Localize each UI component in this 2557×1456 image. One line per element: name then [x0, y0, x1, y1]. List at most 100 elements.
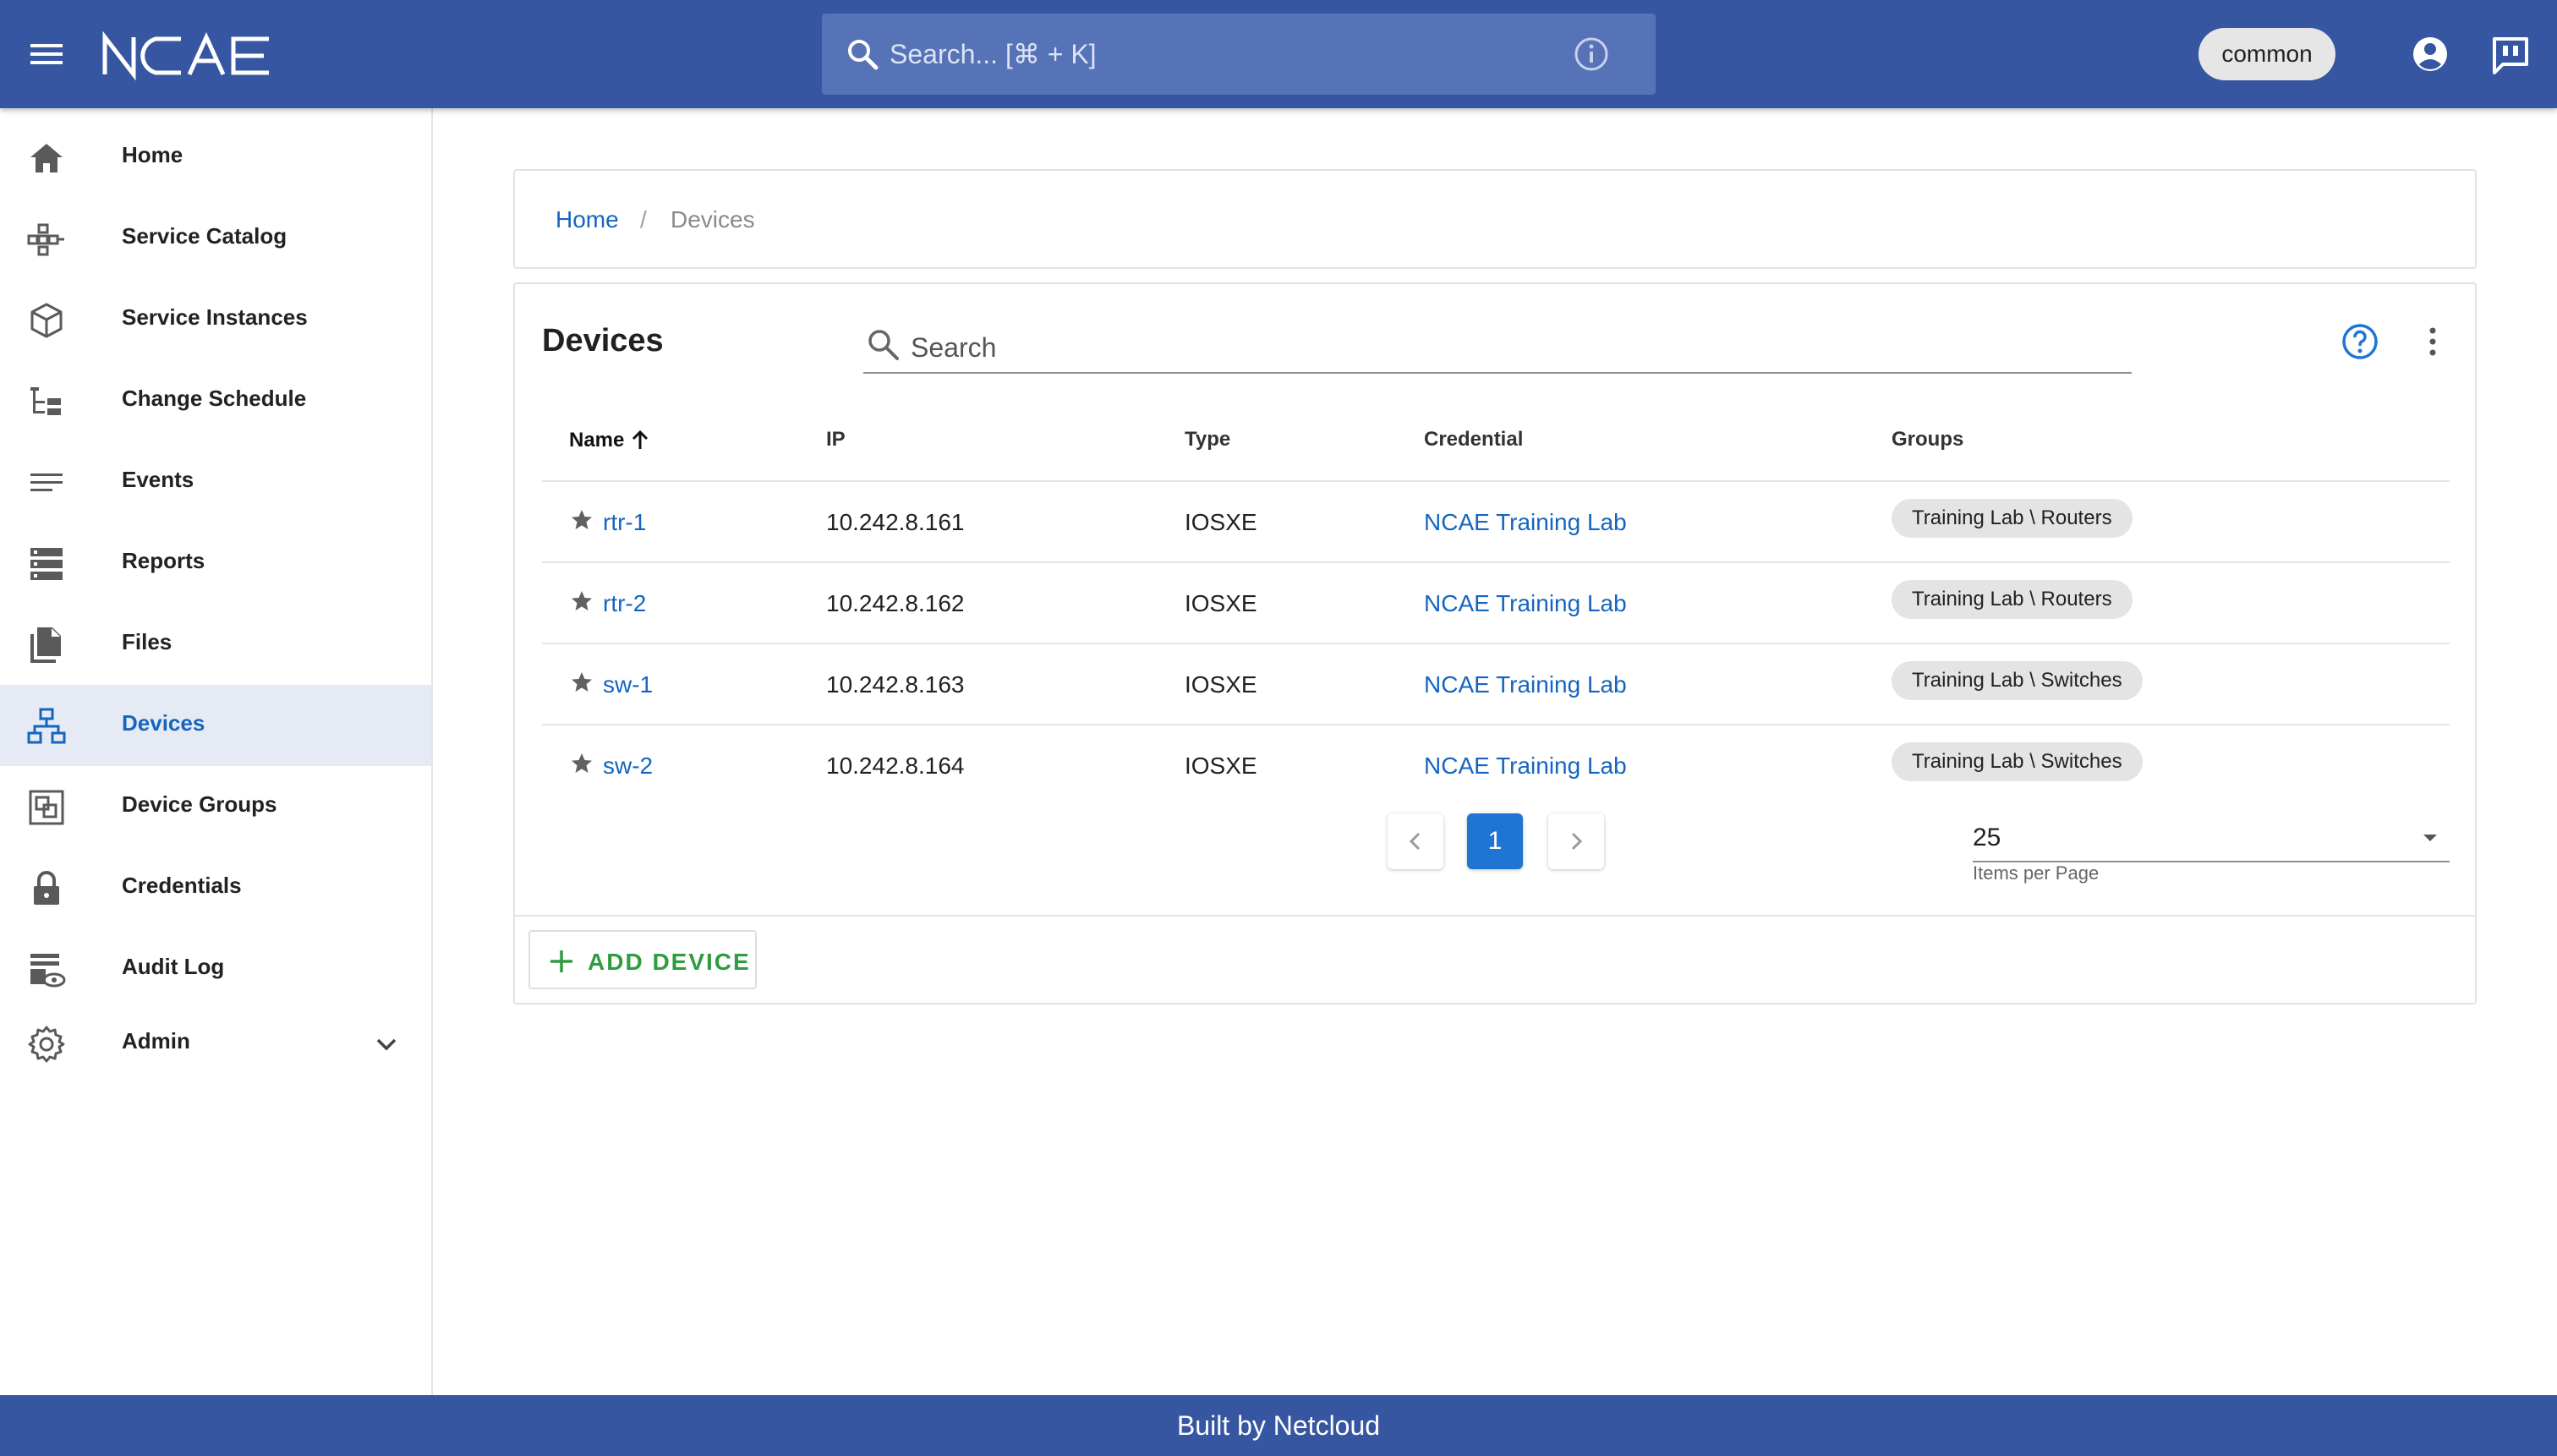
items-per-page-label: Items per Page [1973, 862, 2100, 884]
more-vert-icon[interactable] [2412, 321, 2453, 362]
reports-icon [25, 543, 68, 585]
device-groups-icon [25, 786, 68, 829]
ncae-logo[interactable] [100, 29, 274, 81]
footer-text: Built by Netcloud [1176, 1409, 1381, 1441]
breadcrumb-home-link[interactable]: Home [556, 206, 619, 233]
device-ip: 10.242.8.163 [826, 671, 965, 698]
sidebar-item-admin[interactable]: Admin [0, 1003, 431, 1084]
search-icon [868, 330, 899, 360]
column-header-type[interactable]: Type [1185, 428, 1230, 452]
sidebar-item-label: Admin [122, 1028, 190, 1054]
page-number-button[interactable]: 1 [1467, 813, 1523, 869]
group-chip[interactable]: Training Lab \ Switches [1892, 742, 2143, 781]
sidebar-item-device-groups[interactable]: Device Groups [0, 766, 431, 847]
divider [515, 915, 2475, 917]
sidebar-item-audit-log[interactable]: Audit Log [0, 928, 431, 1010]
files-icon [25, 624, 68, 666]
plus-icon [550, 950, 572, 972]
top-app-bar: common [0, 0, 2557, 108]
sidebar-item-label: Home [122, 142, 183, 167]
gear-icon [25, 1023, 68, 1065]
device-type: IOSXE [1185, 509, 1257, 535]
credential-link[interactable]: NCAE Training Lab [1424, 590, 1627, 617]
menu-icon[interactable] [22, 34, 71, 74]
sidebar-item-service-catalog[interactable]: Service Catalog [0, 198, 431, 279]
table-row: rtr-1 10.242.8.161 IOSXE NCAE Training L… [542, 480, 2450, 561]
service-catalog-icon [25, 218, 68, 260]
sidebar-item-change-schedule[interactable]: Change Schedule [0, 360, 431, 441]
sidebar-item-home[interactable]: Home [0, 117, 431, 198]
column-header-name[interactable]: Name [569, 428, 653, 453]
sidebar-item-label: Devices [122, 710, 205, 736]
add-device-button[interactable]: ADD DEVICE [528, 930, 757, 989]
column-header-groups[interactable]: Groups [1892, 428, 1963, 452]
device-type: IOSXE [1185, 590, 1257, 616]
help-icon[interactable] [2340, 321, 2380, 362]
column-header-credential[interactable]: Credential [1424, 428, 1523, 452]
breadcrumb: Home / Devices [513, 169, 2477, 269]
star-icon[interactable] [569, 507, 594, 533]
chevron-down-icon[interactable] [370, 1028, 402, 1060]
items-per-page-value: 25 [1973, 824, 2001, 851]
items-per-page-select[interactable]: 25 [1973, 813, 2450, 862]
device-type: IOSXE [1185, 753, 1257, 779]
sidebar-item-service-instances[interactable]: Service Instances [0, 279, 431, 360]
sidebar-item-label: Credentials [122, 873, 242, 898]
previous-page-button[interactable] [1388, 813, 1443, 869]
device-name-link[interactable]: rtr-1 [603, 509, 646, 536]
star-icon[interactable] [569, 751, 594, 776]
device-type: IOSXE [1185, 671, 1257, 698]
sidebar-item-label: Change Schedule [122, 386, 307, 411]
cube-icon [25, 299, 68, 342]
credential-link[interactable]: NCAE Training Lab [1424, 509, 1627, 536]
sidebar-item-credentials[interactable]: Credentials [0, 847, 431, 928]
tenant-chip[interactable]: common [2198, 28, 2335, 80]
global-search-box[interactable] [822, 14, 1656, 95]
sidebar-item-label: Audit Log [122, 954, 225, 979]
credential-link[interactable]: NCAE Training Lab [1424, 753, 1627, 780]
home-icon [25, 137, 68, 179]
sidebar-item-label: Service Catalog [122, 223, 287, 249]
page-title: Devices [542, 323, 664, 359]
sidebar-item-label: Files [122, 629, 172, 654]
dropdown-arrow-icon [2423, 835, 2437, 841]
star-icon[interactable] [569, 670, 594, 695]
column-header-ip[interactable]: IP [826, 428, 846, 452]
table-row: sw-2 10.242.8.164 IOSXE NCAE Training La… [542, 724, 2450, 805]
feedback-icon[interactable] [2488, 32, 2533, 78]
device-search-input[interactable] [911, 326, 2094, 369]
sidebar-item-reports[interactable]: Reports [0, 523, 431, 604]
account-circle-icon[interactable] [2406, 30, 2454, 78]
group-chip[interactable]: Training Lab \ Switches [1892, 661, 2143, 700]
sidebar-item-devices[interactable]: Devices [0, 685, 431, 766]
lock-icon [25, 868, 68, 910]
star-icon[interactable] [569, 588, 594, 614]
sidebar-item-events[interactable]: Events [0, 441, 431, 523]
breadcrumb-separator: / [640, 206, 647, 233]
arrow-up-icon [632, 430, 649, 449]
device-name-link[interactable]: sw-2 [603, 753, 653, 780]
info-icon[interactable] [1569, 32, 1613, 76]
sidebar-nav: Home Service Catalog Service Instances C… [0, 108, 433, 1395]
global-search-input[interactable] [890, 29, 1549, 79]
sidebar-item-files[interactable]: Files [0, 604, 431, 685]
schedule-tree-icon [25, 380, 68, 423]
table-row: sw-1 10.242.8.163 IOSXE NCAE Training La… [542, 643, 2450, 724]
credential-link[interactable]: NCAE Training Lab [1424, 671, 1627, 698]
table-search-box[interactable] [863, 323, 2132, 374]
device-name-link[interactable]: sw-1 [603, 671, 653, 698]
chevron-left-icon [1409, 832, 1421, 851]
next-page-button[interactable] [1548, 813, 1604, 869]
chevron-right-icon [1571, 832, 1583, 851]
group-chip[interactable]: Training Lab \ Routers [1892, 499, 2133, 538]
audit-log-icon [25, 949, 68, 991]
sidebar-item-label: Reports [122, 548, 205, 573]
device-ip: 10.242.8.162 [826, 590, 965, 616]
events-lines-icon [25, 462, 68, 504]
devices-card: Devices Name IP Type Credential Groups r… [513, 282, 2477, 1004]
add-device-label: ADD DEVICE [588, 949, 751, 975]
device-name-link[interactable]: rtr-2 [603, 590, 646, 617]
network-devices-icon [25, 705, 68, 747]
group-chip[interactable]: Training Lab \ Routers [1892, 580, 2133, 619]
sidebar-item-label: Events [122, 467, 194, 492]
